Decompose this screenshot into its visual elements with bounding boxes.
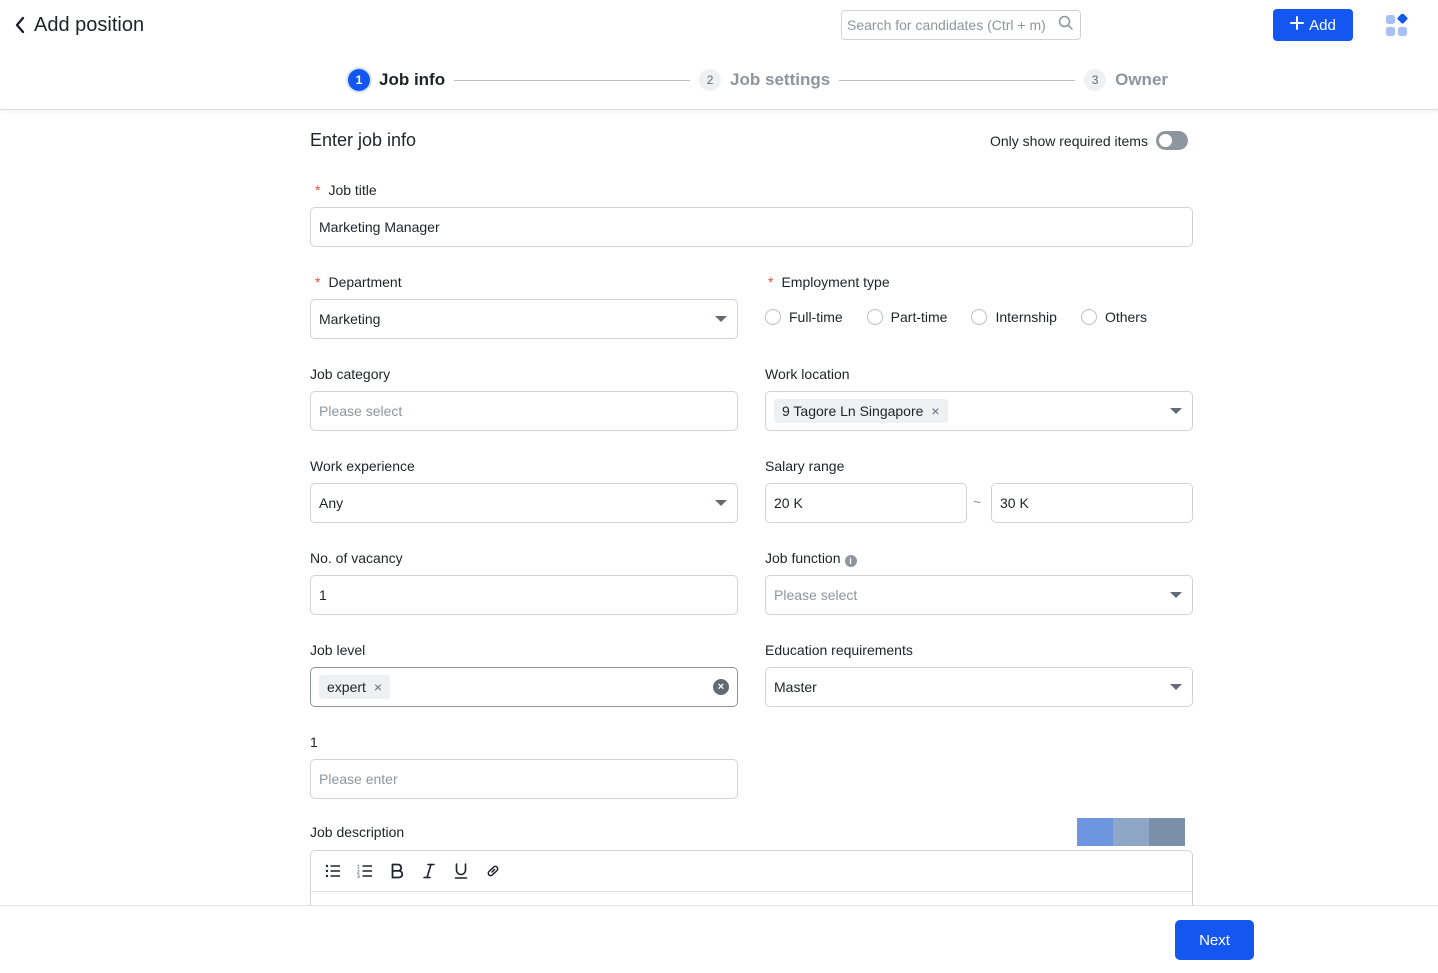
required-mark: * <box>768 274 774 290</box>
education-select[interactable]: Master <box>765 667 1193 707</box>
plus-icon <box>1290 16 1305 34</box>
job-level-select[interactable]: expert × × <box>310 667 738 707</box>
department-label: * Department <box>315 274 402 290</box>
back-icon[interactable] <box>9 13 31 37</box>
vacancy-label: No. of vacancy <box>310 550 403 566</box>
job-title-input[interactable]: Marketing Manager <box>310 207 1193 247</box>
custom-field-label: 1 <box>310 734 318 750</box>
work-location-label: Work location <box>765 366 850 382</box>
step-connector <box>454 79 691 81</box>
radio-part-time[interactable]: Part-time <box>866 309 947 325</box>
chevron-down-icon <box>1170 592 1182 598</box>
required-mark: * <box>315 274 321 290</box>
step-job-settings[interactable]: Job settings <box>730 70 830 90</box>
search-input[interactable] <box>847 17 1058 33</box>
chevron-down-icon <box>1170 408 1182 414</box>
next-button[interactable]: Next <box>1175 920 1254 960</box>
work-experience-label: Work experience <box>310 458 415 474</box>
step-2-number: 2 <box>699 69 722 91</box>
employment-type-radios: Full-time Part-time Internship Others <box>765 309 1171 325</box>
editor-toolbar: 123 <box>311 851 1192 892</box>
department-select[interactable]: Marketing <box>310 299 738 339</box>
job-level-tag: expert × <box>319 675 391 699</box>
svg-text:3: 3 <box>357 874 360 878</box>
job-title-label: * Job title <box>315 182 377 198</box>
required-only-toggle-row: Only show required items <box>990 131 1188 150</box>
app-grid-icon[interactable] <box>1386 13 1408 36</box>
chevron-down-icon <box>1170 684 1182 690</box>
radio-circle[interactable] <box>866 309 883 325</box>
chevron-down-icon <box>715 500 727 506</box>
section-title: Enter job info <box>310 130 417 150</box>
clear-icon[interactable]: × <box>713 679 729 695</box>
work-experience-select[interactable]: Any <box>310 483 738 523</box>
step-connector <box>839 79 1076 81</box>
job-function-label: Job function i <box>765 549 857 567</box>
close-icon[interactable]: × <box>931 404 939 418</box>
job-description-label: Job description <box>310 824 405 840</box>
search-icon[interactable] <box>1058 15 1074 36</box>
add-button-label: Add <box>1309 16 1336 34</box>
radio-circle[interactable] <box>765 309 781 325</box>
salary-max-input[interactable]: 30 K <box>991 483 1193 523</box>
radio-internship[interactable]: Internship <box>971 309 1057 325</box>
job-level-label: Job level <box>310 642 366 658</box>
info-icon[interactable]: i <box>844 555 857 567</box>
salary-min-input[interactable]: 20 K <box>765 483 967 523</box>
bullet-list-icon[interactable] <box>323 861 343 881</box>
top-bar <box>0 0 1438 110</box>
job-category-label: Job category <box>310 366 391 382</box>
required-mark: * <box>315 182 321 198</box>
job-function-select[interactable]: Please select <box>765 575 1193 615</box>
employment-type-label: * Employment type <box>768 274 890 290</box>
toggle-label: Only show required items <box>990 132 1148 149</box>
location-tag: 9 Tagore Ln Singapore × <box>774 399 948 423</box>
numbered-list-icon[interactable]: 123 <box>355 861 375 881</box>
step-1-number: 1 <box>348 69 370 91</box>
step-owner[interactable]: Owner <box>1115 70 1168 90</box>
step-3-number: 3 <box>1084 69 1107 91</box>
custom-field-input[interactable]: Please enter <box>310 759 738 799</box>
radio-full-time[interactable]: Full-time <box>765 309 843 325</box>
radio-circle[interactable] <box>971 309 988 325</box>
radio-circle[interactable] <box>1080 309 1097 325</box>
stepper: 1 Job info 2 Job settings 3 Owner <box>348 68 1168 92</box>
salary-separator: ~ <box>973 494 982 510</box>
underline-icon[interactable] <box>451 861 471 881</box>
job-category-select[interactable]: Please select <box>310 391 738 431</box>
page-title: Add position <box>34 14 145 36</box>
radio-others[interactable]: Others <box>1080 309 1147 325</box>
education-label: Education requirements <box>765 642 913 658</box>
candidate-search[interactable] <box>841 10 1081 40</box>
redacted-block <box>1077 818 1185 846</box>
step-job-info[interactable]: Job info <box>379 70 445 90</box>
italic-icon[interactable] <box>419 861 439 881</box>
salary-range-label: Salary range <box>765 458 845 474</box>
work-location-select[interactable]: 9 Tagore Ln Singapore × <box>765 391 1193 431</box>
close-icon[interactable]: × <box>374 680 382 694</box>
link-icon[interactable] <box>483 861 503 881</box>
add-button[interactable]: Add <box>1273 9 1353 41</box>
vacancy-input[interactable]: 1 <box>310 575 738 615</box>
bold-icon[interactable] <box>387 861 407 881</box>
chevron-down-icon <box>715 316 727 322</box>
required-only-toggle[interactable] <box>1155 131 1188 150</box>
